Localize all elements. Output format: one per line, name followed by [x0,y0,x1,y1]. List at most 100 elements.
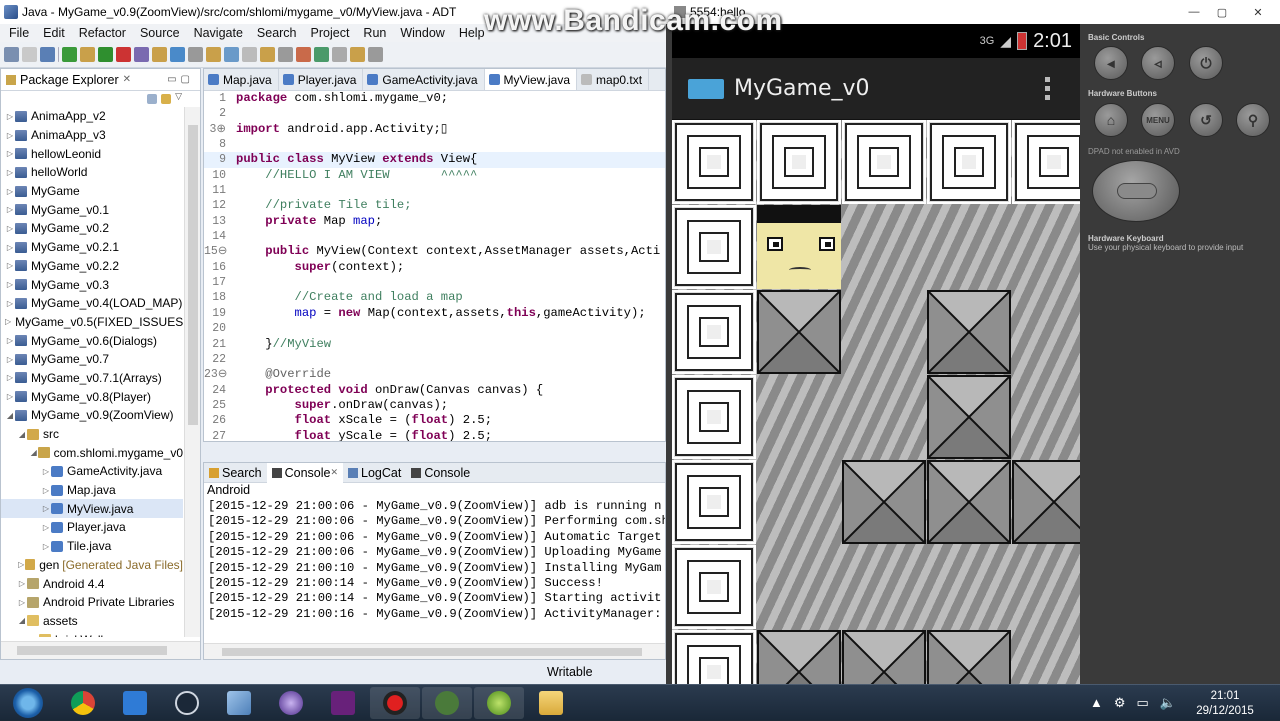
new-java-project-icon[interactable] [170,47,185,62]
dpad-center[interactable] [1117,183,1157,199]
collapsed-arrow-icon[interactable]: ▷ [5,243,15,252]
collapsed-arrow-icon[interactable]: ▷ [5,112,15,121]
volume-icon[interactable]: 🔈 [1160,695,1176,711]
taskbar-visual-studio[interactable] [318,687,368,719]
code-line[interactable]: 23⊖ @Override [204,367,665,382]
network-icon[interactable]: ⚙ [1114,695,1126,711]
collapsed-arrow-icon[interactable]: ▷ [41,486,51,495]
code-line[interactable]: 20 [204,321,665,336]
code-line[interactable]: 19 map = new Map(context,assets, this ,gam… [204,306,665,321]
collapsed-arrow-icon[interactable]: ▷ [5,336,15,345]
android-sdk-manager-icon[interactable] [134,47,149,62]
back-icon[interactable]: ↺ [1189,103,1223,137]
collapsed-arrow-icon[interactable]: ▷ [5,149,15,158]
editor-tab[interactable]: GameActivity.java [363,69,485,90]
tree-item[interactable]: ▷ MyGame_v0.5(FIXED_ISSUES [1,313,183,332]
collapsed-arrow-icon[interactable]: ▷ [41,467,51,476]
collapsed-arrow-icon[interactable]: ▷ [17,560,25,569]
menu-item-project[interactable]: Project [304,26,357,40]
tree-item[interactable]: ▷ MyGame [1,182,183,201]
console-output[interactable]: [2015-12-29 21:00:06 - MyGame_v0.9(ZoomV… [204,499,665,622]
menu-item-search[interactable]: Search [250,26,304,40]
code-line[interactable]: 18 //Create and load a map [204,290,665,305]
minimize-icon[interactable]: — [1180,3,1208,21]
editor-tab[interactable]: MyView.java [484,69,578,90]
print-icon[interactable] [40,47,55,62]
player-character[interactable] [757,205,841,289]
maximize-icon[interactable]: ▢ [1208,3,1236,21]
code-line[interactable]: 22 [204,352,665,367]
collapsed-arrow-icon[interactable]: ▷ [41,542,51,551]
close-icon[interactable]: ✕ [330,467,338,478]
collapsed-arrow-icon[interactable]: ▷ [5,131,15,140]
code-line[interactable]: 8 [204,137,665,152]
menu-item-edit[interactable]: Edit [36,26,72,40]
collapsed-arrow-icon[interactable]: ▷ [41,523,51,532]
collapsed-arrow-icon[interactable]: ▷ [5,224,15,233]
code-line[interactable]: 24 protected void onDraw(Canvas canvas) … [204,383,665,398]
new-class-icon[interactable] [206,47,221,62]
code-line[interactable]: 16 super (context); [204,260,665,275]
tray-expand-icon[interactable]: ▲ [1090,695,1103,711]
tree-item[interactable]: ▷ Player.java [1,518,183,537]
tree-item[interactable]: ▷ Android Private Libraries [1,593,183,612]
menu-item-window[interactable]: Window [393,26,451,40]
taskbar-media[interactable] [110,687,160,719]
code-line[interactable]: 17 [204,275,665,290]
collapsed-arrow-icon[interactable]: ▷ [5,317,11,326]
collapsed-arrow-icon[interactable]: ▷ [5,261,15,270]
annotation-icon[interactable] [260,47,275,62]
console-tab[interactable]: Search [204,466,267,480]
taskbar-steam[interactable] [162,687,212,719]
tree-item[interactable]: ▷ MyGame_v0.1 [1,200,183,219]
collapsed-arrow-icon[interactable]: ▷ [5,392,15,401]
collapse-all-icon[interactable] [147,94,158,104]
code-line[interactable]: 1 package com.shlomi.mygame_v0; [204,91,665,106]
dpad-control[interactable] [1092,160,1180,222]
expanded-arrow-icon[interactable]: ◢ [17,616,27,625]
start-button[interactable] [3,687,53,719]
console-tab[interactable]: Console [406,466,475,480]
action-center-icon[interactable]: ▭ [1137,695,1149,711]
menu-item-navigate[interactable]: Navigate [187,26,250,40]
menu-item-file[interactable]: File [2,26,36,40]
taskbar-chrome[interactable] [58,687,108,719]
scroll-thumb[interactable] [222,648,642,656]
tree-item[interactable]: ▷ helloWorld [1,163,183,182]
power-icon[interactable]: ⏻ [1189,46,1223,80]
search-icon[interactable]: ⚲ [1236,103,1270,137]
menu-item-refactor[interactable]: Refactor [72,26,133,40]
tree-item[interactable]: brickWall.png [1,630,183,637]
code-area[interactable]: 1 package com.shlomi.mygame_v0; 2 3⊕ import … [204,91,665,441]
collapsed-arrow-icon[interactable]: ▷ [5,373,15,382]
code-line[interactable]: 11 [204,183,665,198]
editor-tab[interactable]: Map.java [204,69,279,90]
console-hscrollbar[interactable] [204,643,665,659]
package-explorer-tab[interactable]: Package Explorer ✕ ▭▢ [1,69,200,91]
debug-icon[interactable] [62,47,77,62]
new-package-icon[interactable] [188,47,203,62]
menu-item-source[interactable]: Source [133,26,187,40]
tree-item[interactable]: ▷ AnimaApp_v3 [1,126,183,145]
overflow-menu-icon[interactable] [1045,77,1050,100]
tree-item[interactable]: ▷ Tile.java [1,537,183,556]
tree-item[interactable]: ▷ Android 4.4 [1,574,183,593]
open-type-icon[interactable] [224,47,239,62]
taskbar-virtualbox[interactable] [214,687,264,719]
editor-tab[interactable]: map0.txt [577,69,650,90]
code-line[interactable]: 14 [204,229,665,244]
code-line[interactable]: 2 [204,106,665,121]
tree-item[interactable]: ▷ MyGame_v0.2 [1,219,183,238]
tree-item[interactable]: ▷ hellowLeonid [1,144,183,163]
tree-item[interactable]: ▷ MyGame_v0.7.1(Arrays) [1,369,183,388]
scroll-thumb[interactable] [17,646,167,655]
collapsed-arrow-icon[interactable]: ▷ [17,598,27,607]
code-line[interactable]: 26 float xScale = (float) 2.5; [204,413,665,428]
tree-item[interactable]: ▷ MyGame_v0.3 [1,275,183,294]
next-annotation-icon[interactable] [278,47,293,62]
code-line[interactable]: 21 }//MyView [204,337,665,352]
collapsed-arrow-icon[interactable]: ▷ [5,280,15,289]
expanded-arrow-icon[interactable]: ◢ [29,448,38,457]
tree-item[interactable]: ▷ Map.java [1,481,183,500]
new-icon[interactable] [4,47,19,62]
